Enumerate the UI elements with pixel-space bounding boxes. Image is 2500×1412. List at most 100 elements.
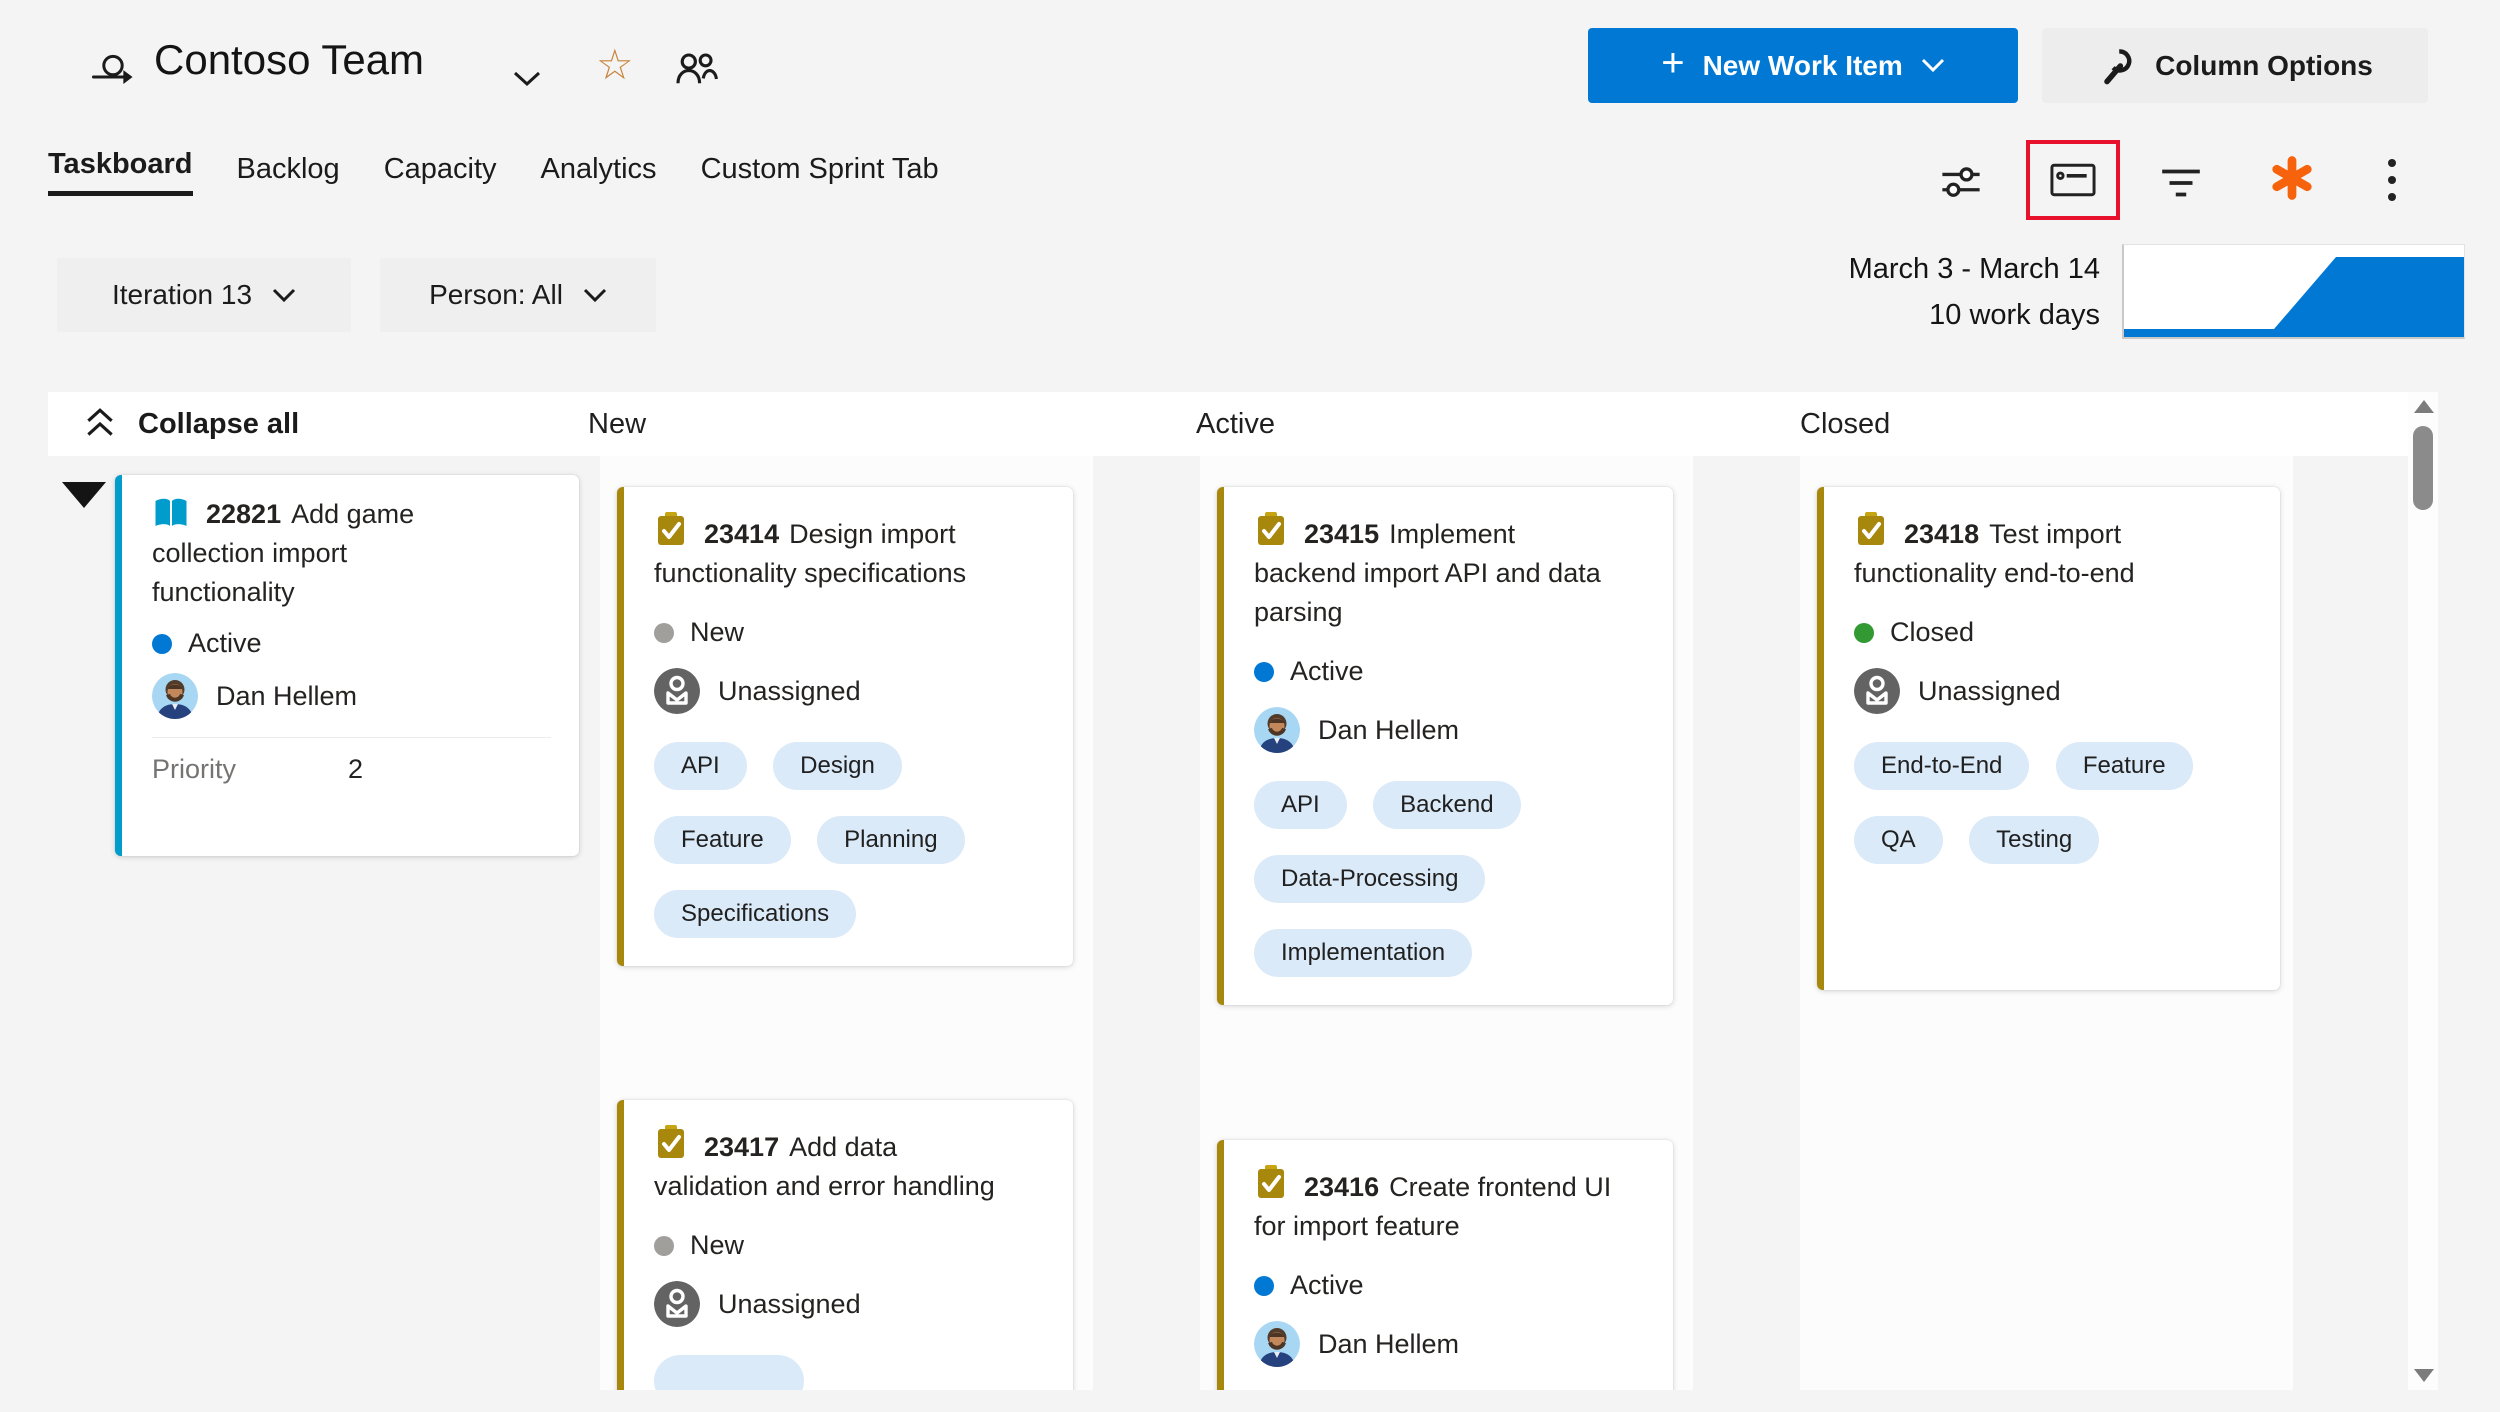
tab-backlog[interactable]: Backlog	[237, 153, 340, 196]
filter-icon[interactable]	[2158, 162, 2204, 204]
taskboard-page: Contoso Team ☆ + New Work Item Column Op…	[0, 0, 2500, 1412]
avatar-unassigned-icon	[1854, 668, 1900, 714]
state-row[interactable]: Active	[152, 628, 551, 659]
tab-taskboard[interactable]: Taskboard	[48, 148, 193, 196]
state-row[interactable]: Active	[1254, 656, 1645, 687]
tag-pill[interactable]: Planning	[817, 816, 964, 864]
tag-pill[interactable]: Data-Processing	[1254, 855, 1485, 903]
state-row[interactable]: Active	[1254, 1270, 1645, 1301]
team-chevron-down-icon[interactable]	[512, 70, 542, 88]
avatar-dan-hellem	[152, 673, 198, 719]
tag-pill[interactable]: Specifications	[654, 890, 856, 938]
task-card-23417[interactable]: 23417Add data validation and error handl…	[617, 1100, 1073, 1390]
avatar-unassigned-icon	[654, 1281, 700, 1327]
view-options-icon[interactable]	[1938, 158, 1984, 204]
state-dot-closed	[1854, 623, 1874, 643]
tag-list: API Design Feature Planning Specificatio…	[654, 742, 1045, 938]
more-actions-icon[interactable]	[2386, 156, 2398, 204]
vertical-scrollbar[interactable]	[2408, 392, 2438, 1390]
assignee-row[interactable]: Unassigned	[654, 668, 1045, 714]
assignee-row[interactable]: Unassigned	[1854, 668, 2252, 714]
story-card-22821[interactable]: 22821Add game collection import function…	[115, 475, 579, 856]
assignee-row[interactable]: Dan Hellem	[1254, 707, 1645, 753]
tab-analytics[interactable]: Analytics	[541, 153, 657, 196]
work-item-title: 23414Design import functionality specifi…	[654, 511, 1045, 593]
state-row[interactable]: Closed	[1854, 617, 2252, 648]
scroll-down-arrow[interactable]	[2414, 1369, 2434, 1382]
new-work-item-button[interactable]: + New Work Item	[1588, 28, 2018, 103]
tag-pill[interactable]	[654, 1355, 804, 1390]
tag-pill[interactable]: Implementation	[1254, 929, 1472, 977]
row-expander-triangle[interactable]	[62, 482, 106, 508]
column-header-active: Active	[1196, 408, 1275, 441]
tag-pill[interactable]: QA	[1854, 816, 1943, 864]
tab-capacity[interactable]: Capacity	[384, 153, 497, 196]
column-header-new: New	[588, 408, 646, 441]
task-card-23416[interactable]: 23416Create frontend UI for import featu…	[1217, 1140, 1673, 1390]
assignee-name: Dan Hellem	[1318, 715, 1459, 746]
task-card-23415[interactable]: 23415Implement backend import API and da…	[1217, 487, 1673, 1005]
collapse-all-label: Collapse all	[138, 408, 299, 441]
assignee-name: Unassigned	[1918, 676, 2061, 707]
state-label: Active	[188, 628, 262, 659]
work-item-title: 23416Create frontend UI for import featu…	[1254, 1164, 1645, 1246]
assignee-name: Unassigned	[718, 1289, 861, 1320]
tag-pill[interactable]: Testing	[1969, 816, 2099, 864]
column-header-closed: Closed	[1800, 408, 1890, 441]
assignee-row[interactable]: Unassigned	[654, 1281, 1045, 1327]
tag-list	[654, 1355, 1045, 1390]
team-name[interactable]: Contoso Team	[154, 36, 424, 84]
work-item-id[interactable]: 22821	[206, 499, 281, 529]
avatar-unassigned-icon	[654, 668, 700, 714]
sprint-work-days: 10 work days	[1600, 292, 2100, 338]
work-item-title-text[interactable]: Design import functionality specificatio…	[654, 519, 966, 588]
work-details-icon[interactable]	[2268, 154, 2316, 202]
column-options-label: Column Options	[2155, 50, 2373, 82]
assignee-row[interactable]: Dan Hellem	[152, 673, 551, 719]
tag-pill[interactable]: Feature	[2056, 742, 2193, 790]
tag-pill[interactable]: End-to-End	[1854, 742, 2029, 790]
tag-pill[interactable]: Design	[773, 742, 902, 790]
work-item-id[interactable]: 23415	[1304, 519, 1379, 549]
tag-pill[interactable]: API	[1254, 781, 1347, 829]
person-filter-dropdown[interactable]: Person: All	[380, 258, 656, 332]
tab-custom-sprint[interactable]: Custom Sprint Tab	[701, 153, 939, 196]
plus-icon: +	[1661, 41, 1684, 86]
tag-list: API Backend Data-Processing Implementati…	[1254, 781, 1645, 977]
work-item-title: 22821Add game collection import function…	[152, 495, 551, 612]
task-clipboard-icon	[654, 511, 688, 549]
state-row[interactable]: New	[654, 617, 1045, 648]
work-item-title-text[interactable]: Add game collection import functionality	[152, 499, 414, 607]
scroll-up-arrow[interactable]	[2414, 400, 2434, 413]
state-label: Closed	[1890, 617, 1974, 648]
sprint-burndown-chart[interactable]	[2122, 244, 2465, 339]
assignee-row[interactable]: Dan Hellem	[1254, 1321, 1645, 1367]
collapse-all-button[interactable]: Collapse all	[84, 406, 299, 442]
state-row[interactable]: New	[654, 1230, 1045, 1261]
tag-pill[interactable]: Backend	[1373, 781, 1520, 829]
tag-pill[interactable]: Feature	[654, 816, 791, 864]
assignee-name: Dan Hellem	[1318, 1329, 1459, 1360]
scrollbar-thumb[interactable]	[2413, 426, 2433, 510]
state-label: New	[690, 1230, 744, 1261]
column-options-button[interactable]: Column Options	[2042, 28, 2428, 103]
priority-row[interactable]: Priority 2	[152, 737, 551, 785]
user-story-book-icon	[152, 497, 190, 529]
work-item-title-text[interactable]: Test import functionality end-to-end	[1854, 519, 2135, 588]
chevron-down-icon	[1921, 58, 1945, 73]
favorite-star-icon[interactable]: ☆	[596, 40, 634, 89]
chevron-down-icon	[583, 288, 607, 303]
task-card-23414[interactable]: 23414Design import functionality specifi…	[617, 487, 1073, 966]
assignee-name: Dan Hellem	[216, 681, 357, 712]
work-item-id[interactable]: 23414	[704, 519, 779, 549]
card-settings-icon-highlighted[interactable]	[2026, 140, 2120, 220]
work-item-id[interactable]: 23416	[1304, 1172, 1379, 1202]
tag-pill[interactable]: API	[654, 742, 747, 790]
work-item-id[interactable]: 23418	[1904, 519, 1979, 549]
work-item-id[interactable]: 23417	[704, 1132, 779, 1162]
state-dot-new	[654, 1236, 674, 1256]
task-card-23418[interactable]: 23418Test import functionality end-to-en…	[1817, 487, 2280, 990]
iteration-dropdown[interactable]: Iteration 13	[57, 258, 351, 332]
work-item-title: 23418Test import functionality end-to-en…	[1854, 511, 2252, 593]
team-members-icon[interactable]	[672, 46, 720, 94]
